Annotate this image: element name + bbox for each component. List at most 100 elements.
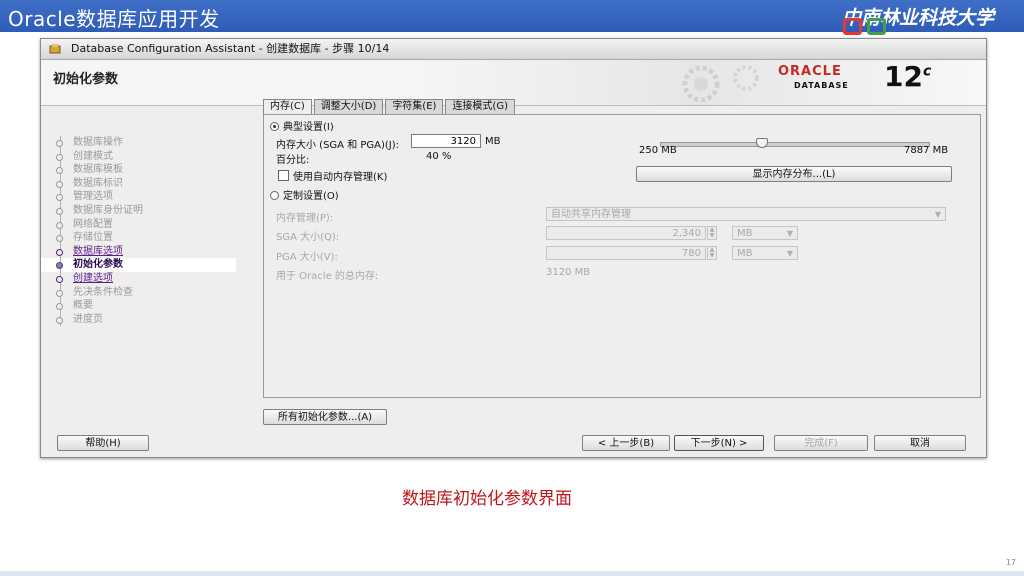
step-item: 概要 <box>51 299 236 313</box>
sga-spinner-icon[interactable]: ▲ ▼ <box>707 226 717 240</box>
memory-size-unit: MB <box>485 136 501 147</box>
slider-min-label: 250 MB <box>639 145 677 156</box>
pga-unit-select[interactable]: MB ▼ <box>732 246 798 260</box>
sga-unit-select[interactable]: MB ▼ <box>732 226 798 240</box>
step-label: 管理选项 <box>73 191 113 203</box>
step-dot-icon <box>56 180 63 188</box>
tab-memory[interactable]: 内存(C) <box>263 99 312 115</box>
app-icon <box>49 44 61 54</box>
step-item: 数据库标识 <box>51 176 236 191</box>
steps-sidebar: 数据库操作创建模式数据库模板 数据库标识管理选项 数据库身份证明 网络配置 存储位置 数据… <box>41 136 236 432</box>
memory-size-input[interactable]: 3120 <box>411 134 481 148</box>
tab-bar: 内存(C) 调整大小(D) 字符集(E) 连接模式(G) <box>263 99 517 115</box>
custom-settings-option[interactable]: 定制设置(O) <box>270 187 339 202</box>
next-button[interactable]: 下一步(N) > <box>674 435 764 451</box>
sga-size-label: SGA 大小(Q): <box>276 232 340 243</box>
content-area: 内存(C) 调整大小(D) 字符集(E) 连接模式(G) 典型设置(I) 内存大… <box>263 99 981 429</box>
oracle-logo: ORACLE DATABASE 12c <box>774 60 974 93</box>
typical-label: 典型设置(I) <box>283 122 334 133</box>
step-item: 管理选项 <box>51 190 236 204</box>
bottom-strip <box>0 571 1024 576</box>
step-dot-icon <box>56 248 63 256</box>
step-dot-icon <box>56 167 63 175</box>
step-label: 数据库标识 <box>73 177 123 189</box>
step-dot-icon <box>56 140 63 147</box>
auto-memory-option[interactable]: 使用自动内存管理(K) <box>278 168 387 183</box>
sga-size-input[interactable]: 2,340 <box>546 226 706 240</box>
memory-management-select[interactable]: 自动共享内存管理 ▼ <box>546 207 946 221</box>
step-item: 先决条件检查 <box>51 285 236 300</box>
typical-settings-option[interactable]: 典型设置(I) <box>270 118 334 133</box>
window-title: Database Configuration Assistant - 创建数据库… <box>71 42 390 55</box>
step-item[interactable]: 数据库选项 <box>51 244 236 259</box>
step-item: 网络配置 <box>51 217 236 232</box>
step-label: 存储位置 <box>73 232 113 244</box>
step-item: 数据库操作 <box>51 136 236 150</box>
oracle-brand: ORACLE <box>778 64 842 79</box>
help-button[interactable]: 帮助(H) <box>57 435 149 451</box>
step-item: 存储位置 <box>51 231 236 245</box>
tab-sizing[interactable]: 调整大小(D) <box>313 99 384 114</box>
step-label: 创建选项 <box>73 272 113 284</box>
step-item: 数据库模板 <box>51 163 236 177</box>
memory-size-label: 内存大小 (SGA 和 PGA)(J): <box>276 140 400 151</box>
memory-slider-track[interactable] <box>660 142 930 147</box>
gears-icon <box>682 65 759 102</box>
version-label: 12c <box>884 60 932 93</box>
custom-radio[interactable] <box>270 191 279 200</box>
auto-memory-label: 使用自动内存管理(K) <box>293 172 388 183</box>
slide-caption: 数据库初始化参数界面 <box>402 489 572 509</box>
step-item: 进度页 <box>51 312 236 327</box>
step-label: 数据库选项 <box>73 245 123 257</box>
step-dot-icon <box>56 262 63 270</box>
step-dot-icon <box>56 153 63 161</box>
pga-size-input[interactable]: 780 <box>546 246 706 260</box>
pga-size-label: PGA 大小(V): <box>276 252 338 263</box>
step-dot-icon <box>56 289 63 297</box>
chevron-down-icon: ▼ <box>934 210 941 219</box>
finish-button[interactable]: 完成(F) <box>774 435 868 451</box>
step-label: 概要 <box>73 300 93 312</box>
memory-panel: 典型设置(I) 内存大小 (SGA 和 PGA)(J): 3120 MB 百分比… <box>263 114 981 398</box>
back-button[interactable]: < 上一步(B) <box>582 435 670 451</box>
step-dot-icon <box>56 221 63 229</box>
step-dot-icon <box>56 194 63 202</box>
total-memory-label: 用于 Oracle 的总内存: <box>276 271 379 282</box>
slider-max-label: 7887 MB <box>904 145 949 156</box>
custom-label: 定制设置(O) <box>283 191 339 202</box>
pga-spinner-icon[interactable]: ▲ ▼ <box>707 246 717 260</box>
chevron-down-icon: ▼ <box>786 249 793 258</box>
show-memory-distribution-button[interactable]: 显示内存分布...(L) <box>636 166 952 182</box>
step-label: 创建模式 <box>73 150 113 162</box>
step-label: 初始化参数 <box>73 259 123 271</box>
cancel-button[interactable]: 取消 <box>874 435 966 451</box>
oracle-database-label: DATABASE <box>794 81 849 90</box>
window-titlebar: Database Configuration Assistant - 创建数据库… <box>41 39 986 60</box>
page-title: 初始化参数 <box>53 72 119 87</box>
step-label: 进度页 <box>73 313 103 325</box>
step-label: 先决条件检查 <box>73 286 133 298</box>
step-label: 数据库操作 <box>73 137 123 148</box>
step-label: 数据库身份证明 <box>73 204 143 216</box>
chevron-down-icon: ▼ <box>786 229 793 238</box>
dbca-window: Database Configuration Assistant - 创建数据库… <box>40 38 987 458</box>
step-dot-icon <box>56 207 63 215</box>
typical-radio[interactable] <box>270 122 279 131</box>
step-label: 数据库模板 <box>73 164 123 176</box>
percent-label: 百分比: <box>276 155 310 166</box>
memory-management-label: 内存管理(P): <box>276 213 334 224</box>
step-dot-icon <box>56 275 63 283</box>
tab-connection-mode[interactable]: 连接模式(G) <box>445 99 515 114</box>
auto-memory-checkbox[interactable] <box>278 170 289 181</box>
step-dot-icon <box>56 303 63 311</box>
step-item: 创建模式 <box>51 149 236 164</box>
step-item: 数据库身份证明 <box>51 203 236 218</box>
step-item[interactable]: 初始化参数 <box>41 258 236 272</box>
step-item[interactable]: 创建选项 <box>51 271 236 286</box>
total-memory-value: 3120 MB <box>546 267 591 278</box>
all-init-params-button[interactable]: 所有初始化参数...(A) <box>263 409 387 425</box>
tab-character-sets[interactable]: 字符集(E) <box>385 99 444 114</box>
percent-value: 40 % <box>426 151 452 162</box>
step-dot-icon <box>56 316 63 324</box>
course-title: Oracle数据库应用开发 <box>8 7 220 31</box>
